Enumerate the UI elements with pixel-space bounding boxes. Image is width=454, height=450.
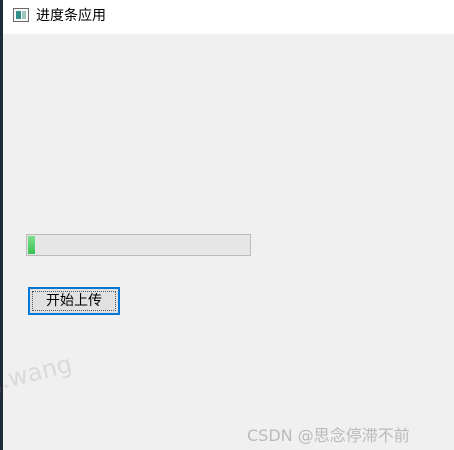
watermark-csdn: CSDN @思念停滞不前 <box>247 426 410 445</box>
progress-app-icon <box>13 8 29 22</box>
upload-progress-bar <box>26 234 251 256</box>
start-upload-button-label: 开始上传 <box>46 293 102 309</box>
app-window: 进度条应用 开始上传 g.wang CSDN @思念停滞不前 <box>0 0 454 450</box>
title-bar[interactable]: 进度条应用 <box>3 0 454 34</box>
window-client-area: 开始上传 <box>3 34 454 450</box>
progress-bar-fill <box>28 236 35 254</box>
window-title: 进度条应用 <box>36 8 106 24</box>
start-upload-button[interactable]: 开始上传 <box>28 287 120 315</box>
